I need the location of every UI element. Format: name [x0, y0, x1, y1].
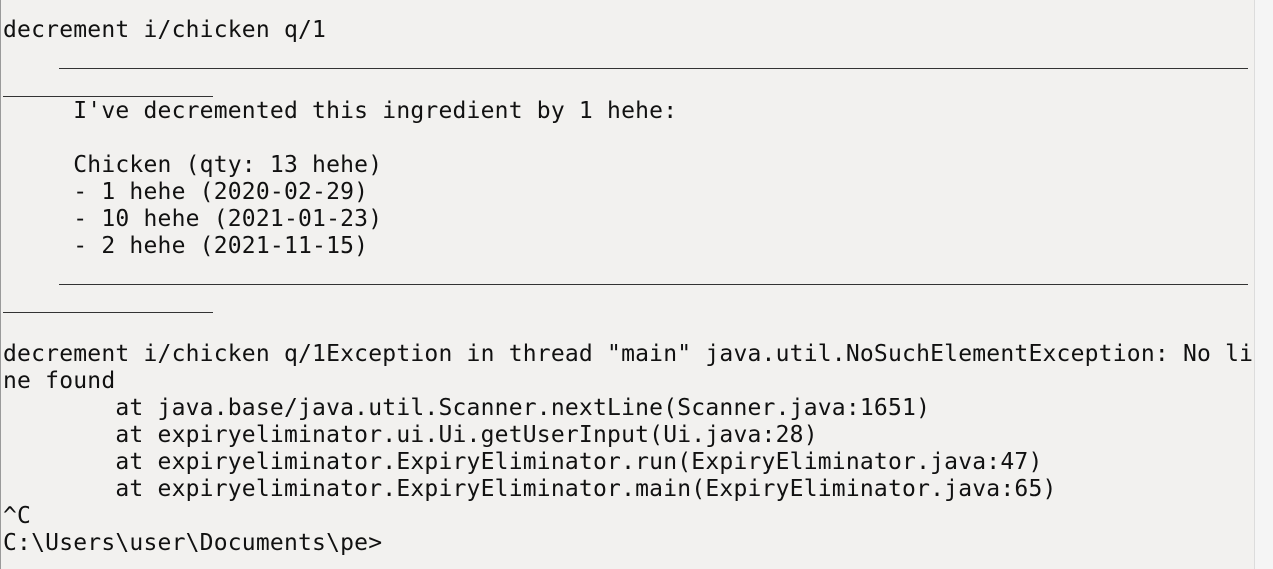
exception-line-wrap: ne found [3, 368, 116, 394]
stack-trace-line: at expiryeliminator.ExpiryEliminator.mai… [3, 476, 1057, 502]
exception-line: decrement i/chicken q/1Exception in thre… [3, 341, 1254, 367]
response-message: I've decremented this ingredient by 1 he… [3, 98, 678, 124]
stack-trace-line: at expiryeliminator.ExpiryEliminator.run… [3, 449, 1043, 475]
ingredient-name: Chicken (qty: 13 hehe) [3, 152, 383, 178]
batch-item: - 10 hehe (2021-01-23) [3, 206, 383, 232]
batch-item: - 1 hehe (2020-02-29) [3, 179, 369, 205]
divider-line-wrap [3, 312, 213, 313]
command-line: decrement i/chicken q/1 [3, 17, 327, 43]
stack-trace-line: at java.base/java.util.Scanner.nextLine(… [3, 395, 931, 421]
stack-trace-line: at expiryeliminator.ui.Ui.getUserInput(U… [3, 422, 818, 448]
divider-line-wrap [3, 96, 213, 97]
divider-line [59, 68, 1248, 69]
vertical-scrollbar[interactable] [1254, 0, 1273, 569]
batch-item: - 2 hehe (2021-11-15) [3, 233, 369, 259]
console-output[interactable]: decrement i/chicken q/1 I've decremented… [0, 0, 1254, 569]
interrupt-line: ^C [3, 503, 32, 529]
divider-line [59, 284, 1248, 285]
command-prompt[interactable]: C:\Users\user\Documents\pe> [3, 530, 382, 557]
